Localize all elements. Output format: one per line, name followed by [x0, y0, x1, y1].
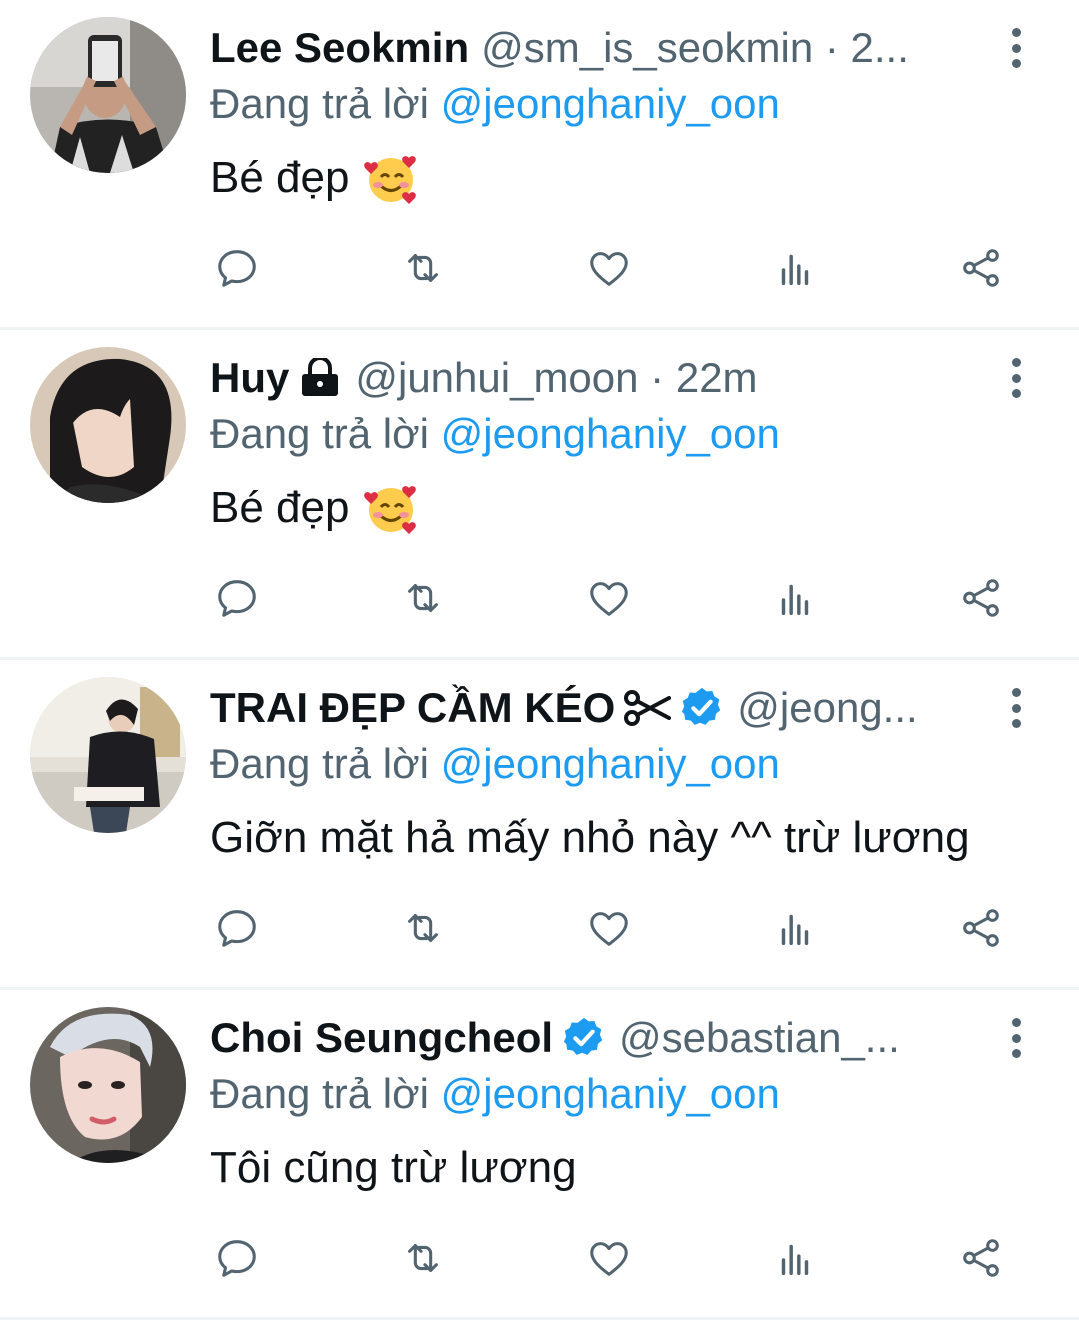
reply-handle-link[interactable]: @jeonghaniy_oon: [441, 410, 780, 457]
handle-and-time[interactable]: @junhui_moon · 22m: [355, 352, 990, 404]
tweet-actions: [212, 243, 1012, 293]
tweet[interactable]: Lee Seokmin @sm_is_seokmin · 2... Đang t…: [0, 0, 1079, 330]
tweet[interactable]: TRAI ĐẸP CẦM KÉO @jeong... Đang trả lời …: [0, 660, 1079, 990]
display-name[interactable]: Lee Seokmin: [210, 22, 469, 74]
tweet-text: Bé đẹp: [210, 150, 419, 206]
handle-and-time[interactable]: @sm_is_seokmin · 2...: [481, 22, 990, 74]
like-icon[interactable]: [584, 1233, 634, 1283]
verified-badge-icon: [561, 1015, 607, 1061]
reply-prefix: Đang trả lời: [210, 740, 429, 787]
tweet-text: Tôi cũng trừ lương: [210, 1140, 577, 1196]
tweet-text-content: Bé đẹp: [210, 483, 350, 532]
views-icon[interactable]: [770, 903, 820, 953]
display-name[interactable]: Choi Seungcheol: [210, 1012, 553, 1064]
more-options-icon[interactable]: [1001, 688, 1031, 728]
reply-icon[interactable]: [212, 573, 262, 623]
tweet-text-content: Giỡn mặt hả mấy nhỏ này ^^ trừ lương: [210, 813, 970, 862]
reply-handle-link[interactable]: @jeonghaniy_oon: [441, 1070, 780, 1117]
smiling-face-with-hearts-icon: [363, 150, 419, 206]
like-icon[interactable]: [584, 243, 634, 293]
like-icon[interactable]: [584, 903, 634, 953]
reply-prefix: Đang trả lời: [210, 80, 429, 127]
display-name[interactable]: Huy: [210, 352, 289, 404]
tweet-actions: [212, 903, 1012, 953]
share-icon[interactable]: [956, 903, 1006, 953]
share-icon[interactable]: [956, 1233, 1006, 1283]
reply-icon[interactable]: [212, 903, 262, 953]
like-icon[interactable]: [584, 573, 634, 623]
retweet-icon[interactable]: [398, 573, 448, 623]
avatar[interactable]: [30, 17, 186, 173]
tweet-actions: [212, 1233, 1012, 1283]
tweet[interactable]: Huy @junhui_moon · 22m Đang trả lời @jeo…: [0, 330, 1079, 660]
reply-handle-link[interactable]: @jeonghaniy_oon: [441, 740, 780, 787]
views-icon[interactable]: [770, 243, 820, 293]
smiling-face-with-hearts-icon: [363, 480, 419, 536]
replying-to: Đang trả lời @jeonghaniy_oon: [210, 1068, 780, 1120]
share-icon[interactable]: [956, 573, 1006, 623]
replying-to: Đang trả lời @jeonghaniy_oon: [210, 78, 780, 130]
replying-to: Đang trả lời @jeonghaniy_oon: [210, 738, 780, 790]
tweet-text-content: Tôi cũng trừ lương: [210, 1143, 577, 1192]
display-name[interactable]: TRAI ĐẸP CẦM KÉO: [210, 682, 615, 734]
more-options-icon[interactable]: [1001, 1018, 1031, 1058]
reply-handle-link[interactable]: @jeonghaniy_oon: [441, 80, 780, 127]
tweet-actions: [212, 573, 1012, 623]
scissors-icon: [623, 688, 672, 728]
views-icon[interactable]: [770, 1233, 820, 1283]
handle-and-time[interactable]: @jeong...: [737, 682, 990, 734]
lock-icon: [297, 358, 343, 398]
verified-badge-icon: [679, 685, 725, 731]
retweet-icon[interactable]: [398, 1233, 448, 1283]
avatar[interactable]: [30, 677, 186, 833]
tweet-text-content: Bé đẹp: [210, 153, 350, 202]
reply-icon[interactable]: [212, 243, 262, 293]
tweet-text: Giỡn mặt hả mấy nhỏ này ^^ trừ lương: [210, 810, 970, 866]
share-icon[interactable]: [956, 243, 1006, 293]
views-icon[interactable]: [770, 573, 820, 623]
reply-prefix: Đang trả lời: [210, 410, 429, 457]
avatar[interactable]: [30, 1007, 186, 1163]
more-options-icon[interactable]: [1001, 358, 1031, 398]
retweet-icon[interactable]: [398, 243, 448, 293]
reply-prefix: Đang trả lời: [210, 1070, 429, 1117]
replying-to: Đang trả lời @jeonghaniy_oon: [210, 408, 780, 460]
handle-and-time[interactable]: @sebastian_...: [619, 1012, 990, 1064]
reply-icon[interactable]: [212, 1233, 262, 1283]
retweet-icon[interactable]: [398, 903, 448, 953]
tweet[interactable]: Choi Seungcheol @sebastian_... Đang trả …: [0, 990, 1079, 1320]
avatar[interactable]: [30, 347, 186, 503]
tweet-text: Bé đẹp: [210, 480, 419, 536]
more-options-icon[interactable]: [1001, 28, 1031, 68]
